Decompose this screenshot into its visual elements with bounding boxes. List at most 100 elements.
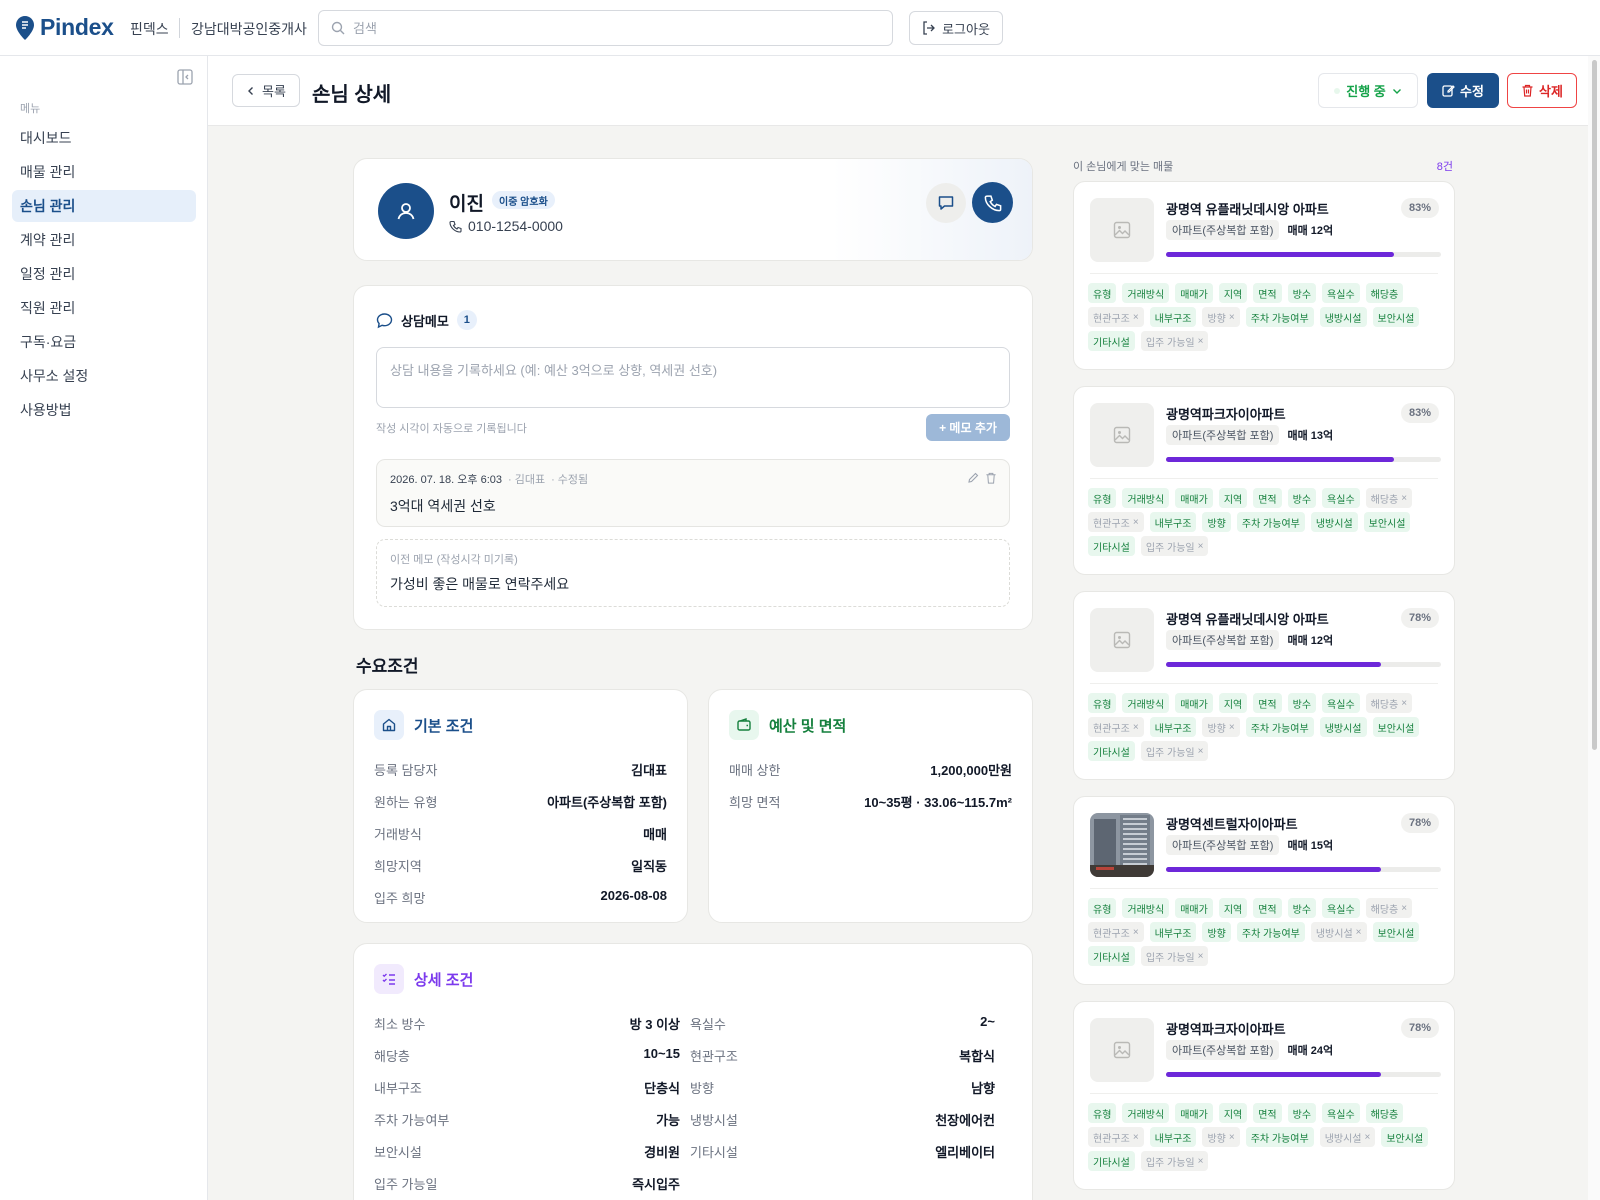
condition-value: 1,200,000만원: [930, 763, 1012, 778]
criteria-chip-matched: 지역: [1218, 693, 1248, 713]
criteria-chip-label: 지역: [1223, 1109, 1243, 1121]
close-icon: ×: [1401, 902, 1408, 914]
logo-text: Pindex: [40, 14, 114, 40]
scrollbar-thumb[interactable]: [1592, 60, 1597, 750]
sidebar-item[interactable]: 대시보드: [12, 122, 196, 154]
condition-value: 복합식: [959, 1049, 995, 1064]
criteria-chip-matched: 매매가: [1175, 283, 1213, 303]
matching-listing-card[interactable]: 광명역파크자이아파트 83% 아파트(주상복합 포함) 매매 13억 유형 거래방식 매매가…: [1073, 386, 1455, 575]
criteria-chip-unmatched: 현관구조 ×: [1088, 922, 1144, 942]
encryption-badge: 이중 암호화: [492, 191, 555, 209]
criteria-chip-matched: 매매가: [1175, 1103, 1213, 1123]
message-button[interactable]: [926, 183, 966, 223]
status-label: 진행 중: [1346, 84, 1386, 99]
search-input[interactable]: [353, 20, 853, 36]
condition-label: 냉방시설: [690, 1113, 738, 1128]
listing-type-tag: 아파트(주상복합 포함): [1166, 220, 1280, 240]
criteria-chip-matched: 냉방시설: [1319, 307, 1367, 327]
logout-button[interactable]: 로그아웃: [909, 11, 1003, 45]
condition-value: 방 3 이상: [629, 1017, 680, 1032]
condition-row: 입주 가능일 즉시입주: [374, 1174, 680, 1193]
demand-conditions-title: 수요조건: [356, 657, 419, 676]
condition-row: 현관구조 복합식: [690, 1046, 995, 1065]
criteria-chip-label: 보안시설: [1386, 1133, 1424, 1145]
add-memo-button[interactable]: + 메모 추가: [926, 414, 1010, 441]
sidebar-nav: 대시보드 매물 관리 손님 관리 계약 관리 일정 관리 직원 관리 구독·요금 사무소 설정…: [12, 122, 196, 428]
criteria-chip-label: 면적: [1258, 904, 1277, 916]
criteria-chip-matched: 면적: [1253, 693, 1282, 713]
condition-row: 매매 상한 1,200,000만원: [729, 760, 1012, 779]
criteria-chip-label: 기타시설: [1093, 747, 1130, 759]
criteria-chip-label: 해당층: [1370, 699, 1399, 711]
criteria-chip-matched: 내부구조: [1149, 1127, 1197, 1147]
criteria-chip-label: 현관구조: [1093, 723, 1130, 735]
delete-button[interactable]: 삭제: [1507, 73, 1577, 108]
close-icon: ×: [1197, 540, 1204, 552]
condition-label: 방향: [690, 1081, 714, 1096]
criteria-chip-label: 지역: [1223, 494, 1243, 506]
pencil-icon[interactable]: [967, 472, 979, 484]
sidebar-item[interactable]: 직원 관리: [12, 292, 196, 324]
matching-listing-card[interactable]: 광명역 유플래닛데시앙 아파트 78% 아파트(주상복합 포함) 매매 12억 유형 거래…: [1073, 591, 1455, 780]
customer-phone: 010-1254-0000: [468, 218, 563, 234]
criteria-chip-label: 입주 가능일: [1145, 542, 1195, 554]
trash-icon: [1522, 84, 1533, 97]
sidebar-item[interactable]: 계약 관리: [12, 224, 196, 256]
sidebar-item[interactable]: 사무소 설정: [12, 360, 196, 392]
sidebar-item[interactable]: 손님 관리: [12, 190, 196, 222]
close-icon: ×: [1364, 1131, 1371, 1143]
sidebar-item[interactable]: 일정 관리: [12, 258, 196, 290]
edit-button[interactable]: 수정: [1427, 73, 1499, 108]
condition-row: 내부구조 단층식: [374, 1078, 680, 1097]
criteria-chip-label: 거래방식: [1127, 494, 1165, 506]
sidebar-item[interactable]: 사용방법: [12, 394, 196, 426]
criteria-chip-label: 냉방시설: [1324, 313, 1362, 325]
criteria-chips: 유형 거래방식 매매가 지역 면적 방수 욕실수 해당층 × 현관구조 × 내부구조 방향 × 주차 가능여…: [1088, 693, 1442, 761]
criteria-chips: 유형 거래방식 매매가 지역 면적 방수 욕실수 해당층 현관구조 × 내부구조 방향 × 주차 가능여부…: [1088, 1103, 1442, 1171]
criteria-chip-matched: 기타시설: [1088, 331, 1135, 351]
matching-listing-card[interactable]: 광명역센트럴자이아파트 78% 아파트(주상복합 포함) 매매 15억 유형 거래방식 매매…: [1073, 796, 1455, 985]
close-icon: ×: [1197, 335, 1204, 347]
matching-listing-card[interactable]: 광명역 유플래닛데시앙 아파트 83% 아파트(주상복합 포함) 매매 12억 유형 거래…: [1073, 181, 1455, 370]
sidebar-item[interactable]: 매물 관리: [12, 156, 196, 188]
criteria-chip-label: 냉방시설: [1315, 518, 1353, 530]
call-button[interactable]: [972, 182, 1013, 223]
search-box[interactable]: [318, 10, 893, 46]
condition-label: 욕실수: [690, 1017, 726, 1032]
edit-icon: [1442, 85, 1455, 97]
sidebar-collapse-icon[interactable]: [176, 68, 194, 86]
listing-tags: 아파트(주상복합 포함) 매매 13억: [1166, 425, 1333, 445]
logo[interactable]: Pindex: [16, 14, 114, 41]
logout-icon: [923, 21, 935, 35]
wallet-icon: [729, 710, 759, 740]
listing-price: 매매 15억: [1287, 840, 1334, 852]
criteria-chip-label: 해당층: [1370, 904, 1399, 916]
message-icon: [938, 196, 954, 210]
condition-label: 현관구조: [690, 1049, 738, 1064]
status-select[interactable]: 진행 중: [1318, 73, 1418, 108]
brand-divider: [179, 18, 180, 38]
budget-area-title: 예산 및 면적: [769, 717, 847, 735]
phone-icon: [984, 194, 1001, 211]
condition-label: 입주 가능일: [374, 1177, 438, 1192]
condition-value: 아파트(주상복합 포함): [547, 795, 667, 810]
criteria-chip-label: 유형: [1093, 1109, 1112, 1121]
condition-value: 엘리베이터: [935, 1145, 995, 1160]
criteria-chip-unmatched: 해당층 ×: [1365, 488, 1413, 508]
criteria-chip-label: 해당층: [1370, 494, 1399, 506]
criteria-chip-matched: 주차 가능여부: [1236, 512, 1305, 532]
criteria-chip-unmatched: 현관구조 ×: [1088, 717, 1144, 737]
matching-listing-card[interactable]: 광명역파크자이아파트 78% 아파트(주상복합 포함) 매매 24억 유형 거래방식 매매가…: [1073, 1001, 1455, 1190]
menu-heading: 메뉴: [20, 103, 41, 115]
close-icon: ×: [1197, 950, 1204, 962]
memo-input[interactable]: [376, 347, 1010, 408]
back-to-list-button[interactable]: 목록: [232, 74, 300, 107]
condition-label: 내부구조: [374, 1081, 422, 1096]
phone-icon: [449, 220, 462, 233]
memo-hint: 작성 시각이 자동으로 기록됩니다: [376, 423, 527, 435]
user-icon: [397, 203, 415, 220]
trash-icon[interactable]: [985, 472, 997, 484]
detail-conditions-heading: 상세 조건: [374, 964, 473, 994]
sidebar-item[interactable]: 구독·요금: [12, 326, 196, 358]
legacy-memo: 이전 메모 (작성시각 미기록) 가성비 좋은 매물로 연락주세요: [376, 539, 1010, 607]
